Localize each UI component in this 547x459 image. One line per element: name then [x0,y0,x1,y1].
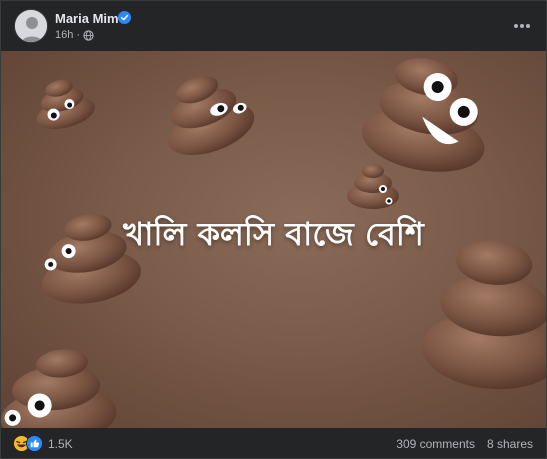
poop-emoji [1,349,117,428]
post-time[interactable]: 16h [55,29,73,41]
poop-emoji [168,76,255,155]
poop-emoji [347,164,399,209]
reaction-icons [13,435,43,452]
avatar-image [15,10,47,42]
verified-badge-icon [118,11,131,24]
post-footer: 1.5K 309 comments 8 shares [1,428,546,458]
like-icon [26,435,43,452]
reactions-summary[interactable]: 1.5K [13,435,73,452]
globe-icon[interactable] [83,29,94,41]
reaction-count: 1.5K [48,436,73,451]
poop-emoji [361,58,485,172]
poop-emoji [36,79,95,129]
engagement-stats: 309 comments 8 shares [396,437,533,451]
comments-count-link[interactable]: 309 comments [396,437,475,451]
author-name[interactable]: Maria Mim [55,11,119,26]
shares-count-link[interactable]: 8 shares [487,437,533,451]
more-options-button[interactable] [510,14,534,38]
post-meta: 16h · [55,29,94,41]
image-caption: খালি কলসি বাজে বেশি [123,215,424,253]
separator-dot: · [76,29,81,41]
post-image[interactable]: খালি কলসি বাজে বেশি [1,51,546,428]
avatar[interactable] [14,9,48,43]
more-horizontal-icon [514,24,530,28]
post-header: Maria Mim 16h · [1,1,546,51]
post-card: Maria Mim 16h · খালি কলসি বাজে বেশি 1.5K… [0,0,547,459]
